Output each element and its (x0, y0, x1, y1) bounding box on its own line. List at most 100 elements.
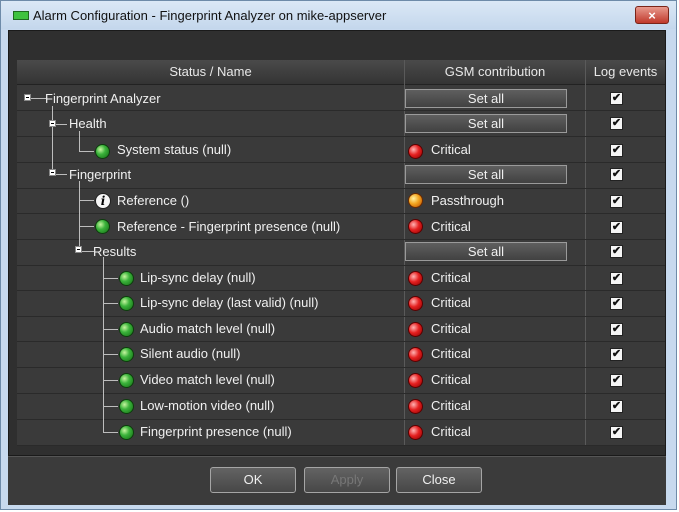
alarm-name[interactable]: Silent audio (null) (140, 346, 240, 361)
gsm-contribution-value[interactable]: Critical (431, 295, 471, 310)
column-header-log-events[interactable]: Log events (586, 64, 665, 79)
gsm-contribution-value[interactable]: Critical (431, 142, 471, 157)
green-light-icon (119, 373, 134, 388)
alarm-name[interactable]: Reference - Fingerprint presence (null) (117, 219, 340, 234)
collapse-icon[interactable] (24, 94, 31, 101)
gsm-contribution-value[interactable]: Critical (431, 372, 471, 387)
tree-line (103, 354, 118, 355)
log-events-checkbox[interactable]: ✔ (610, 195, 623, 208)
collapse-icon[interactable] (49, 169, 56, 176)
red-light-icon[interactable] (408, 296, 423, 311)
alarm-name[interactable]: Reference () (117, 193, 189, 208)
alarm-name[interactable]: Fingerprint presence (null) (140, 424, 292, 439)
log-events-checkbox[interactable]: ✔ (610, 245, 623, 258)
orange-light-icon[interactable] (408, 193, 423, 208)
log-events-checkbox[interactable]: ✔ (610, 348, 623, 361)
tree-line (79, 226, 94, 227)
tree-node-label[interactable]: Results (93, 244, 136, 259)
red-light-icon[interactable] (408, 347, 423, 362)
app-icon (13, 11, 29, 20)
tree-line (103, 329, 118, 330)
column-header-gsm-contribution[interactable]: GSM contribution (405, 64, 585, 79)
green-light-icon (119, 296, 134, 311)
log-events-checkbox[interactable]: ✔ (610, 221, 623, 234)
tree-line (79, 200, 94, 201)
log-events-checkbox[interactable]: ✔ (610, 144, 623, 157)
alarm-name[interactable]: System status (null) (117, 142, 231, 157)
green-light-icon (95, 144, 110, 159)
green-light-icon (119, 271, 134, 286)
alarm-name[interactable]: Lip-sync delay (null) (140, 270, 256, 285)
row-separator (17, 419, 665, 420)
close-window-button[interactable]: × (635, 6, 669, 24)
row-separator (17, 290, 665, 291)
set-all-button[interactable]: Set all (405, 242, 567, 261)
alarm-name[interactable]: Low-motion video (null) (140, 398, 274, 413)
column-header-status-name[interactable]: Status / Name (17, 64, 404, 79)
log-events-checkbox[interactable]: ✔ (610, 374, 623, 387)
ok-button[interactable]: OK (210, 467, 296, 493)
row-separator (17, 162, 665, 163)
column-separator (585, 60, 586, 446)
close-button[interactable]: Close (396, 467, 482, 493)
set-all-button[interactable]: Set all (405, 114, 567, 133)
log-events-checkbox[interactable]: ✔ (610, 168, 623, 181)
gsm-contribution-value[interactable]: Critical (431, 270, 471, 285)
row-separator (17, 213, 665, 214)
title-bar[interactable]: Alarm Configuration - Fingerprint Analyz… (1, 1, 676, 29)
alarm-name[interactable]: Video match level (null) (140, 372, 275, 387)
tree-line (103, 380, 118, 381)
gsm-contribution-value[interactable]: Critical (431, 398, 471, 413)
tree-line (103, 406, 118, 407)
log-events-checkbox[interactable]: ✔ (610, 92, 623, 105)
log-events-checkbox[interactable]: ✔ (610, 297, 623, 310)
green-light-icon (119, 347, 134, 362)
red-light-icon[interactable] (408, 373, 423, 388)
info-icon: i (95, 193, 111, 209)
gsm-contribution-value[interactable]: Critical (431, 424, 471, 439)
tree-node-label[interactable]: Fingerprint (69, 167, 131, 182)
gsm-contribution-value[interactable]: Critical (431, 219, 471, 234)
table-header: Status / Name GSM contribution Log event… (17, 60, 665, 85)
row-separator (17, 265, 665, 266)
gsm-contribution-value[interactable]: Critical (431, 346, 471, 361)
row-separator (17, 136, 665, 137)
red-light-icon[interactable] (408, 271, 423, 286)
log-events-checkbox[interactable]: ✔ (610, 426, 623, 439)
red-light-icon[interactable] (408, 219, 423, 234)
red-light-icon[interactable] (408, 322, 423, 337)
set-all-button[interactable]: Set all (405, 89, 567, 108)
red-light-icon[interactable] (408, 425, 423, 440)
gsm-contribution-value[interactable]: Passthrough (431, 193, 504, 208)
row-separator (17, 239, 665, 240)
green-light-icon (119, 425, 134, 440)
set-all-button[interactable]: Set all (405, 165, 567, 184)
red-light-icon[interactable] (408, 399, 423, 414)
row-separator (17, 316, 665, 317)
gsm-contribution-value[interactable]: Critical (431, 321, 471, 336)
alarm-name[interactable]: Lip-sync delay (last valid) (null) (140, 295, 318, 310)
tree-line (52, 106, 53, 174)
log-events-checkbox[interactable]: ✔ (610, 272, 623, 285)
green-light-icon (119, 322, 134, 337)
collapse-icon[interactable] (75, 246, 82, 253)
log-events-checkbox[interactable]: ✔ (610, 117, 623, 130)
alarm-name[interactable]: Audio match level (null) (140, 321, 275, 336)
tree-line (79, 181, 80, 250)
tree-node-label[interactable]: Fingerprint Analyzer (45, 91, 161, 106)
green-light-icon (95, 219, 110, 234)
tree-node-label[interactable]: Health (69, 116, 107, 131)
row-separator (17, 367, 665, 368)
red-light-icon[interactable] (408, 144, 423, 159)
green-light-icon (119, 399, 134, 414)
collapse-icon[interactable] (49, 120, 56, 127)
row-separator (17, 110, 665, 111)
tree-line (103, 432, 118, 433)
log-events-checkbox[interactable]: ✔ (610, 400, 623, 413)
row-separator (17, 445, 665, 446)
log-events-checkbox[interactable]: ✔ (610, 323, 623, 336)
row-separator (17, 341, 665, 342)
apply-button[interactable]: Apply (304, 467, 390, 493)
row-separator (17, 188, 665, 189)
tree-line (79, 131, 80, 151)
